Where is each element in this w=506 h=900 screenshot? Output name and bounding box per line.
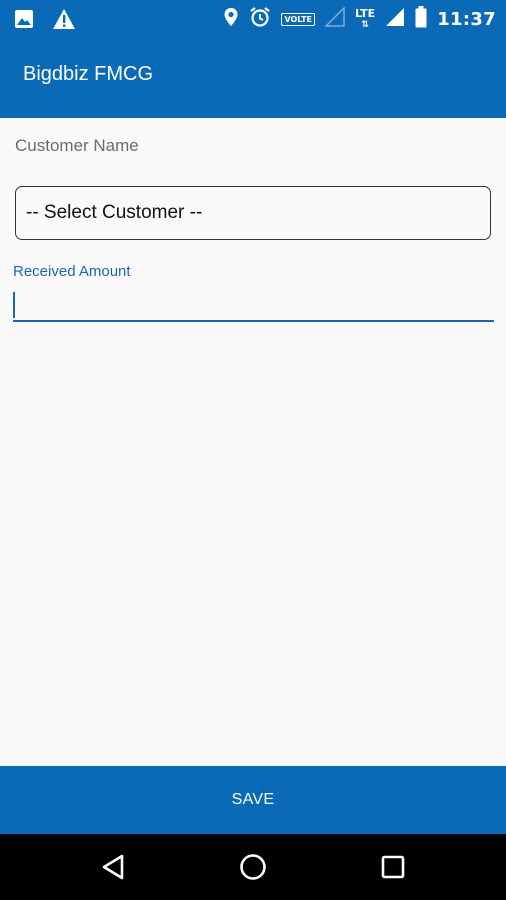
received-amount-input[interactable] <box>13 288 494 322</box>
volte-icon: VOLTE <box>281 12 315 26</box>
image-icon <box>14 9 34 33</box>
signal-empty-icon <box>324 6 345 31</box>
received-amount-label: Received Amount <box>13 263 131 280</box>
save-button-label: SAVE <box>231 791 275 808</box>
signal-icon <box>385 7 405 31</box>
battery-icon <box>415 6 427 32</box>
navigation-bar <box>0 834 506 900</box>
customer-name-label: Customer Name <box>15 136 139 155</box>
back-icon[interactable] <box>97 851 129 883</box>
recents-icon[interactable] <box>377 851 409 883</box>
app-bar: Bigdbiz FMCG <box>0 36 506 118</box>
status-bar-notifications <box>14 8 76 34</box>
payment-form: Customer Name -- Select Customer -- Rece… <box>0 118 506 766</box>
customer-select[interactable]: -- Select Customer -- <box>15 186 491 240</box>
customer-select-value: -- Select Customer -- <box>26 202 203 223</box>
text-cursor <box>13 292 15 318</box>
app-title: Bigdbiz FMCG <box>23 63 154 85</box>
lte-label: LTE <box>354 6 376 20</box>
clock: 11:37 <box>437 8 496 30</box>
status-bar: VOLTE LTE ⇅ 11:37 <box>0 0 506 36</box>
home-icon[interactable] <box>237 851 269 883</box>
location-icon <box>223 7 239 31</box>
lte-icon: LTE ⇅ <box>354 6 376 30</box>
status-bar-system: VOLTE LTE ⇅ 11:37 <box>223 6 496 32</box>
warning-icon <box>52 8 76 34</box>
alarm-icon <box>249 6 271 32</box>
save-button[interactable]: SAVE <box>0 766 506 834</box>
